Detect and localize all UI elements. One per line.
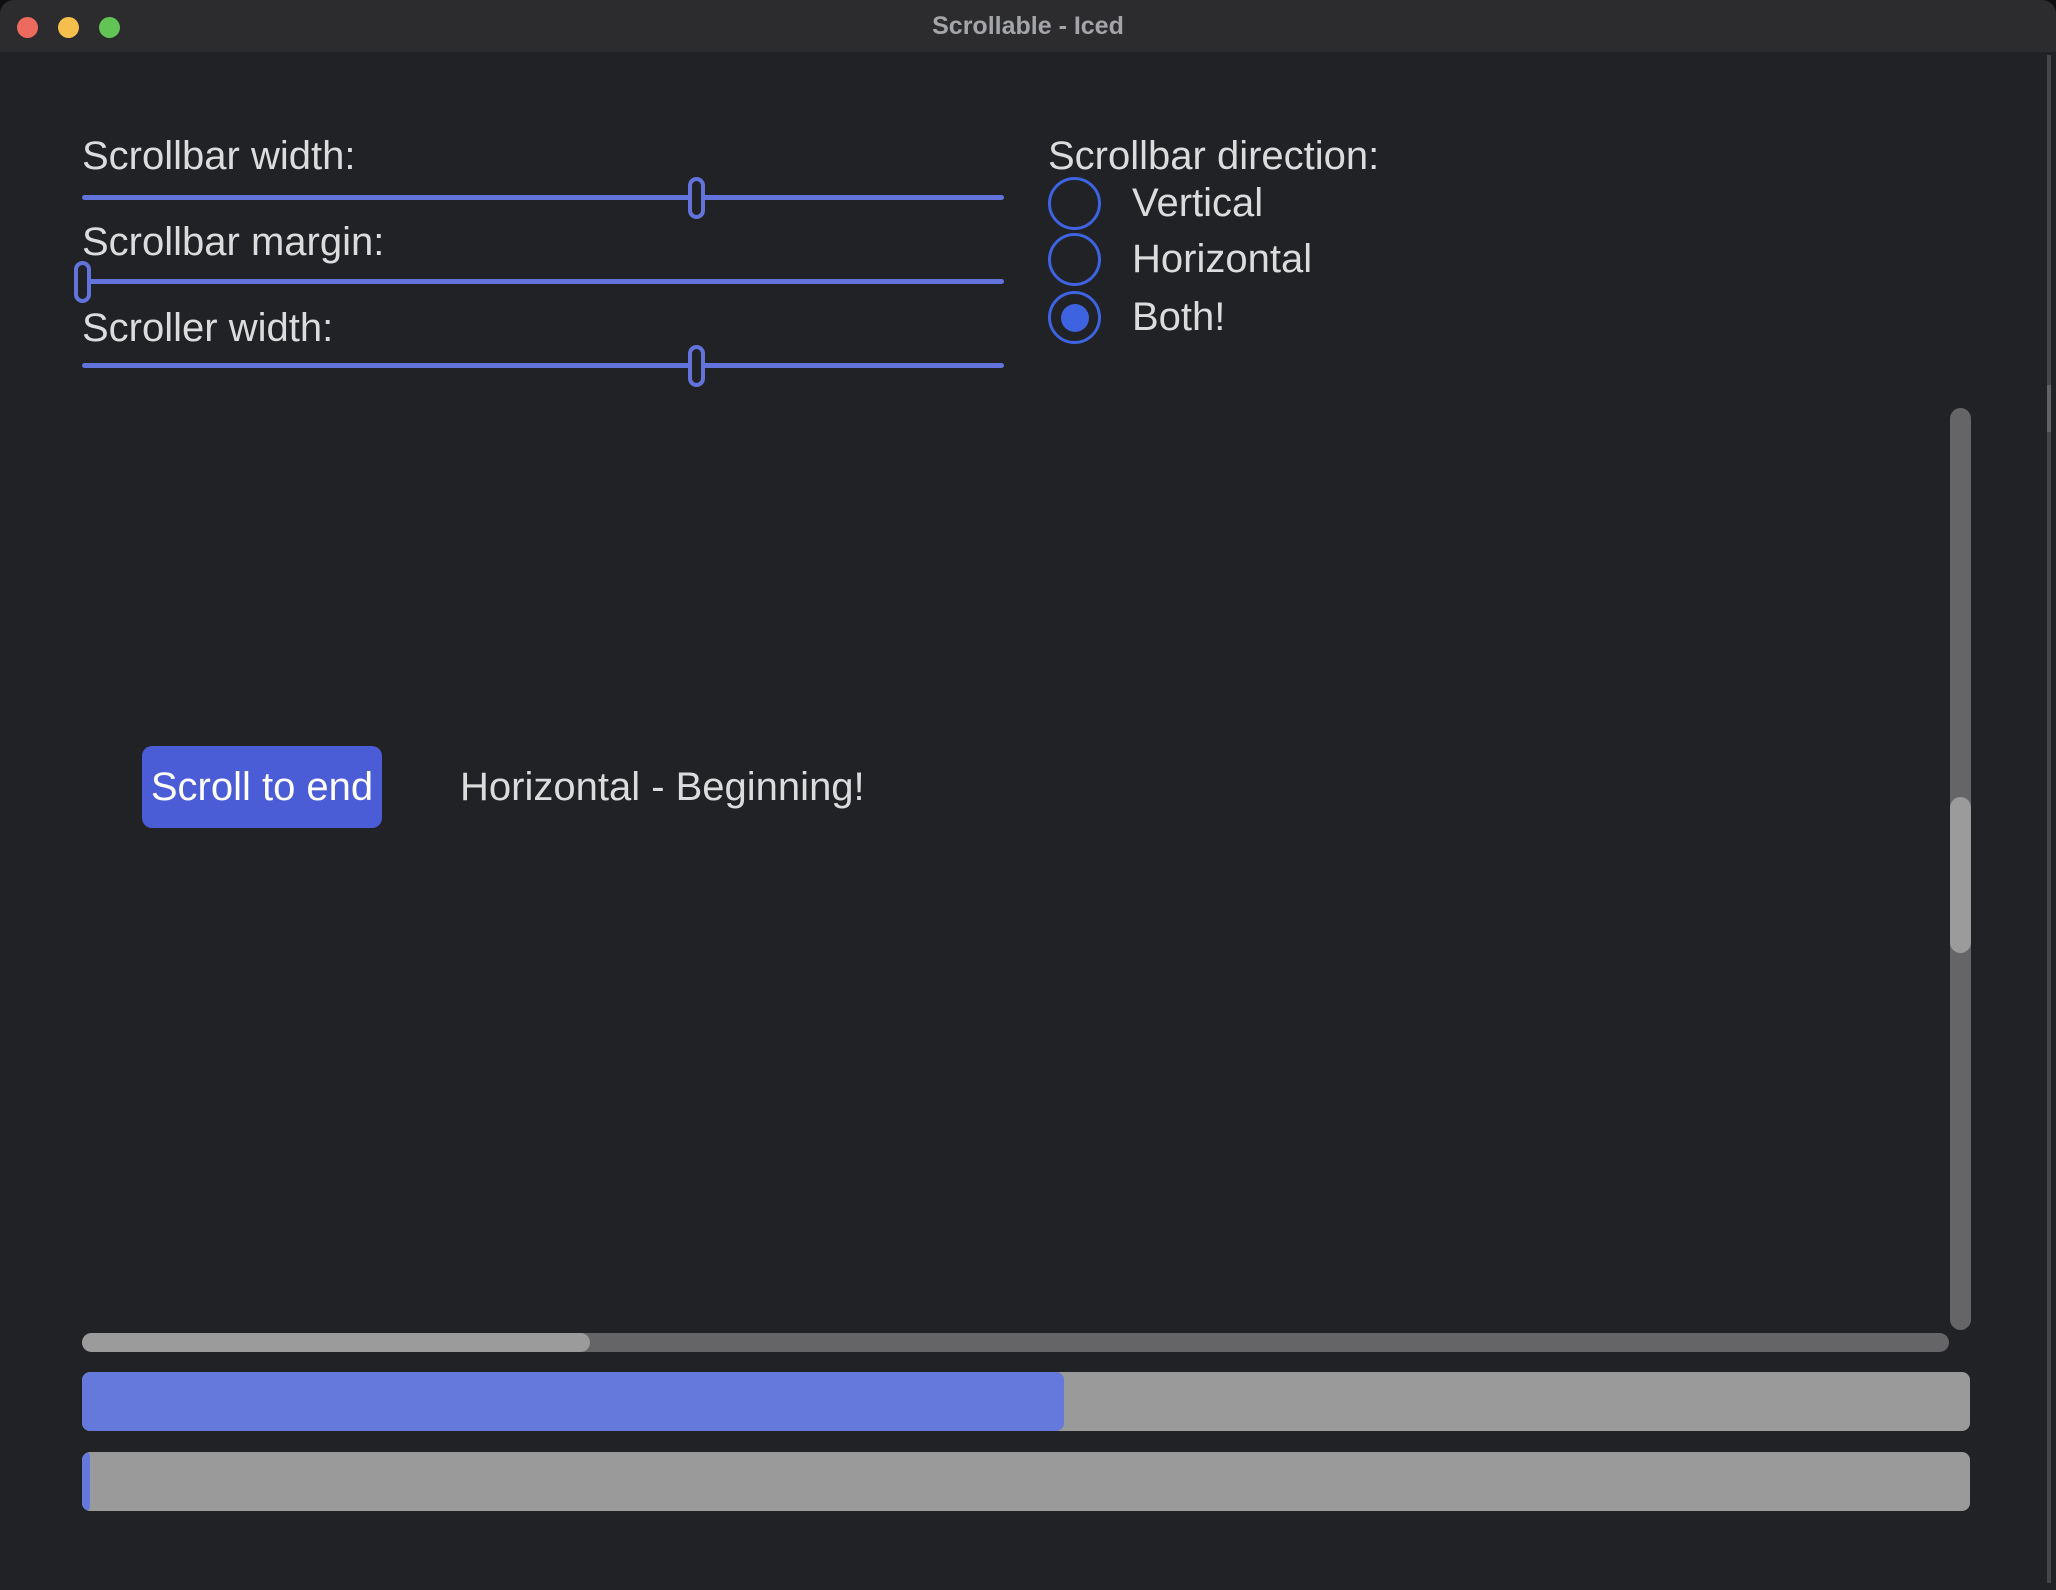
- app-window: Scrollable - Iced Scrollbar width: Scrol…: [0, 0, 2056, 1590]
- scrollbar-margin-slider-handle[interactable]: [74, 261, 91, 303]
- vertical-scroller[interactable]: [1950, 797, 1971, 953]
- horizontal-progress-fill: [82, 1452, 90, 1511]
- horizontal-scrollbar[interactable]: [82, 1333, 1949, 1352]
- scroller-width-label: Scroller width:: [82, 304, 333, 352]
- window-title: Scrollable - Iced: [0, 0, 2056, 52]
- horizontal-scroller[interactable]: [82, 1333, 590, 1352]
- radio-icon[interactable]: [1048, 291, 1101, 344]
- scroll-to-end-button[interactable]: Scroll to end: [142, 746, 382, 828]
- outer-scrollbar-scroller[interactable]: [2047, 385, 2051, 432]
- scrollbar-direction-label: Scrollbar direction:: [1048, 132, 1379, 180]
- horizontal-progress-bar: [82, 1452, 1970, 1511]
- scroller-width-slider-handle[interactable]: [688, 345, 705, 387]
- scrollbar-margin-label: Scrollbar margin:: [82, 218, 384, 266]
- radio-option-label[interactable]: Both!: [1132, 293, 1225, 341]
- radio-icon[interactable]: [1048, 177, 1101, 230]
- radio-option-label[interactable]: Vertical: [1132, 179, 1263, 227]
- vertical-progress-bar: [82, 1372, 1970, 1431]
- scroll-status-text: Horizontal - Beginning!: [460, 763, 865, 811]
- titlebar: Scrollable - Iced: [0, 0, 2056, 52]
- scrollbar-width-label: Scrollbar width:: [82, 132, 355, 180]
- outer-scrollbar-track[interactable]: [2047, 55, 2051, 1583]
- scroller-width-slider[interactable]: [82, 363, 1004, 368]
- radio-icon[interactable]: [1048, 233, 1101, 286]
- radio-dot-icon: [1061, 304, 1089, 332]
- vertical-progress-fill: [82, 1372, 1064, 1431]
- scrollbar-width-slider-handle[interactable]: [688, 177, 705, 219]
- vertical-scrollbar[interactable]: [1950, 408, 1971, 1330]
- scrollbar-width-slider[interactable]: [82, 195, 1004, 200]
- radio-option-label[interactable]: Horizontal: [1132, 235, 1312, 283]
- scrollbar-margin-slider[interactable]: [82, 279, 1004, 284]
